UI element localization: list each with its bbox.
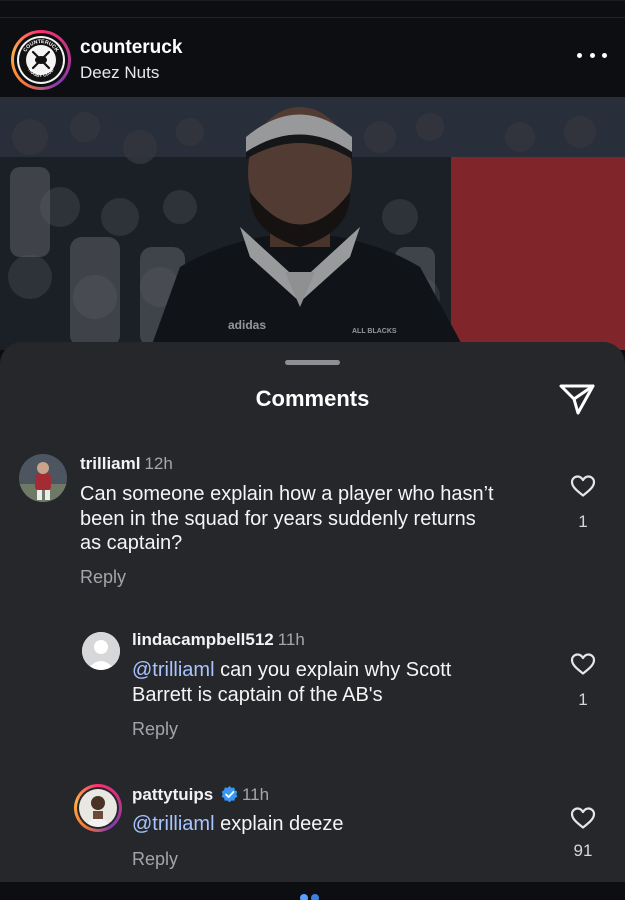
comment-timestamp: 12h [144,454,173,473]
comment-timestamp: 11h [241,785,270,804]
heart-icon [570,653,596,675]
heart-icon [570,807,596,829]
verified-badge-icon [221,786,238,803]
account-avatar[interactable]: COUNTERUCK RUGBY CLUB [11,30,71,90]
comments-sheet: Comments trilliaml 12h Can someone expla… [0,342,625,882]
avatar[interactable] [19,454,67,502]
comments-title: Comments [255,386,370,411]
divider [0,17,625,18]
comment-username[interactable]: pattytuips [132,785,213,804]
comment-username[interactable]: lindacampbell512 [132,630,274,649]
post-image[interactable]: adidas ALL BLACKS [0,97,625,350]
account-username[interactable]: counteruck [80,37,182,59]
like-count: 1 [578,512,588,531]
indicator-dot [311,894,319,900]
reply-button[interactable]: Reply [132,849,178,870]
comment-text: @trilliaml explain deeze [132,813,344,835]
comment-timestamp: 11h [277,630,305,649]
instagram-post-screen: COUNTERUCK RUGBY CLUB counteruck Deez Nu… [0,0,625,900]
send-icon [559,384,595,415]
like-button[interactable] [570,806,596,830]
like-count: 1 [578,690,588,709]
bottom-bar [0,882,625,900]
post-audio-subtitle[interactable]: Deez Nuts [80,63,159,83]
mention-link[interactable]: @trilliaml [132,659,215,681]
comment-username[interactable]: trilliaml [80,454,140,473]
like-count: 91 [573,841,593,860]
like-button[interactable] [570,652,596,676]
mention-link[interactable]: @trilliaml [132,813,215,835]
user-avatar-image [79,789,117,827]
sheet-drag-handle[interactable] [285,360,340,365]
share-button[interactable] [558,382,596,416]
user-avatar-image [19,454,67,502]
club-logo: COUNTERUCK RUGBY CLUB [17,36,65,84]
rugby-club-logo-icon: COUNTERUCK RUGBY CLUB [19,38,63,82]
post-header: COUNTERUCK RUGBY CLUB counteruck Deez Nu… [0,0,625,97]
more-horizontal-icon [577,52,582,58]
indicator-dot [300,894,308,900]
comment-item: lindacampbell512 11h @trilliaml can you e… [0,628,625,748]
comment-item: trilliaml 12h Can someone explain how a p… [0,450,625,590]
comment-text: Can someone explain how a player who has… [80,483,494,554]
avatar[interactable] [82,632,120,670]
more-options-button[interactable] [577,45,607,65]
heart-icon [570,475,596,497]
default-avatar-icon [82,632,120,670]
reply-button[interactable]: Reply [80,567,126,588]
avatar[interactable] [74,784,122,832]
reply-button[interactable]: Reply [132,719,178,740]
comment-text: @trilliaml can you explain why Scott Bar… [132,659,452,706]
like-button[interactable] [570,474,596,498]
comment-item: pattytuips 11h @trilliaml explain deeze … [0,782,625,882]
